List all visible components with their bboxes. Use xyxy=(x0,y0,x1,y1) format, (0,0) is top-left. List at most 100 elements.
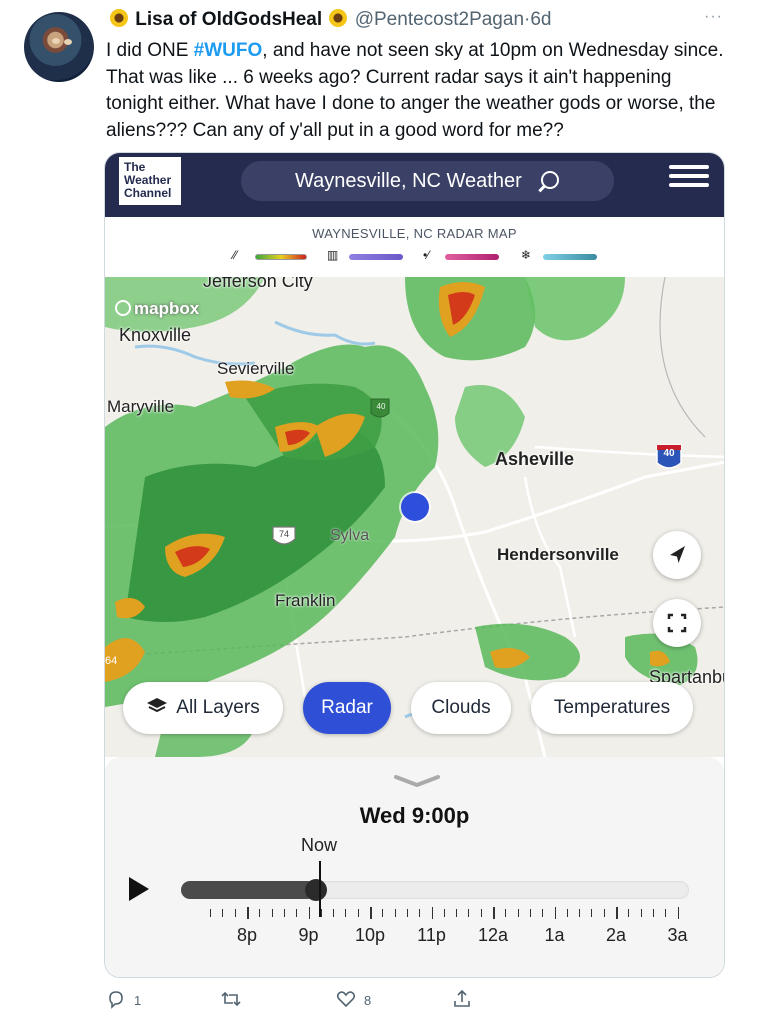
avatar[interactable] xyxy=(24,12,94,82)
now-label: Now xyxy=(301,835,338,855)
location-search[interactable]: Waynesville, NC Weather xyxy=(241,161,614,201)
temperatures-layer-button[interactable]: Temperatures xyxy=(531,682,693,734)
interstate-64-label: 64 xyxy=(105,655,118,667)
rain-icon: ⁄⁄ xyxy=(233,248,238,262)
heart-icon xyxy=(336,991,356,1008)
sleet-icon: •⁄ xyxy=(423,248,430,262)
timeline-hour-label[interactable]: 1a xyxy=(533,925,577,946)
play-icon[interactable] xyxy=(129,877,149,901)
timeline-minor-tick xyxy=(468,909,470,917)
fullscreen-button[interactable] xyxy=(653,599,701,647)
media-card[interactable]: The Weather Channel Waynesville, NC Weat… xyxy=(104,152,725,978)
reply-button[interactable]: 1 xyxy=(106,988,141,1014)
mix-icon: ▥ xyxy=(327,248,339,262)
logo-line: Channel xyxy=(124,186,172,200)
legend-snow: ❄ xyxy=(521,248,601,265)
share-button[interactable] xyxy=(452,988,472,1014)
timeline-minor-tick xyxy=(456,909,458,917)
like-button[interactable]: 8 xyxy=(336,988,371,1014)
timeline-hour-label[interactable]: 2a xyxy=(594,925,638,946)
layers-icon xyxy=(147,698,168,713)
timeline-hour-label[interactable]: 10p xyxy=(348,925,392,946)
navigation-arrow-icon xyxy=(670,546,685,563)
retweet-button[interactable] xyxy=(220,988,242,1014)
interstate-40-label: 40 xyxy=(663,448,675,459)
timeline-handle[interactable] xyxy=(305,879,327,901)
weather-channel-logo[interactable]: The Weather Channel xyxy=(119,157,181,205)
timeline-minor-tick xyxy=(566,909,568,917)
city-asheville: Asheville xyxy=(495,449,575,469)
legend-bar-mix xyxy=(349,254,403,260)
radar-layer-button[interactable]: Radar xyxy=(303,682,391,734)
timeline-minor-tick xyxy=(517,909,519,917)
timeline-major-tick xyxy=(616,907,618,919)
timeline-minor-tick xyxy=(419,909,421,917)
mapbox-label: mapbox xyxy=(134,299,200,318)
timeline-major-tick xyxy=(308,907,310,919)
app-header: The Weather Channel Waynesville, NC Weat… xyxy=(105,153,724,217)
city-hendersonville: Hendersonville xyxy=(497,545,619,564)
like-count: 8 xyxy=(364,993,372,1008)
current-time: Wed 9:00p xyxy=(359,803,470,828)
temperatures-layer-label: Temperatures xyxy=(553,697,671,718)
timeline-hour-label[interactable]: 9p xyxy=(287,925,331,946)
display-name[interactable]: Lisa of OldGodsHeal xyxy=(135,9,322,30)
legend-sleet: •⁄ xyxy=(423,248,503,265)
all-layers-button[interactable]: All Layers xyxy=(123,682,283,734)
timeline-minor-tick xyxy=(406,909,408,917)
mapbox-logo: mapbox xyxy=(115,299,199,319)
timeline-progress xyxy=(181,881,316,899)
timeline-hour-label[interactable]: 3a xyxy=(656,925,700,946)
tweet-age[interactable]: 6d xyxy=(530,9,551,30)
timeline-major-tick xyxy=(677,907,679,919)
all-layers-label: All Layers xyxy=(176,697,260,718)
more-options-icon[interactable]: ··· xyxy=(704,8,723,26)
timeline-major-tick xyxy=(247,907,249,919)
city-maryville: Maryville xyxy=(107,397,175,416)
city-sylva: Sylva xyxy=(330,527,370,544)
timeline-hour-label[interactable]: 11p xyxy=(410,925,454,946)
clouds-layer-label: Clouds xyxy=(431,697,491,718)
clouds-layer-button[interactable]: Clouds xyxy=(411,682,511,734)
timeline-slider[interactable] xyxy=(181,879,689,901)
tweet-header: Lisa of OldGodsHeal @Pentecost2Pagan·6d xyxy=(108,8,551,32)
menu-icon[interactable] xyxy=(669,165,709,187)
timeline-minor-tick xyxy=(357,909,359,917)
tweet-text: I did ONE #WUFO, and have not seen sky a… xyxy=(106,38,726,144)
fullscreen-icon xyxy=(667,613,687,633)
timeline-hour-label[interactable]: 12a xyxy=(471,925,515,946)
timeline-minor-tick xyxy=(505,909,507,917)
sunflower-icon xyxy=(329,9,348,27)
city-sevierville: Sevierville xyxy=(217,359,295,378)
timeline-minor-tick xyxy=(320,909,322,917)
timeline-minor-tick xyxy=(382,909,384,917)
locate-me-button[interactable] xyxy=(653,531,701,579)
timeline-minor-tick xyxy=(296,909,298,917)
hashtag-link[interactable]: #WUFO xyxy=(194,40,263,61)
timeline-minor-tick xyxy=(542,909,544,917)
timeline-hour-label[interactable]: 8p xyxy=(225,925,269,946)
timeline-minor-tick xyxy=(579,909,581,917)
chevron-down-icon[interactable] xyxy=(394,775,440,787)
share-icon xyxy=(454,989,470,1007)
timeline-minor-tick xyxy=(394,909,396,917)
timeline-minor-tick xyxy=(591,909,593,917)
timeline-minor-tick xyxy=(234,909,236,917)
city-franklin: Franklin xyxy=(275,591,336,610)
avatar-eye xyxy=(64,39,72,45)
snow-icon: ❄ xyxy=(521,248,532,262)
radar-map-title: WAYNESVILLE, NC RADAR MAP xyxy=(312,226,517,241)
city-jefferson-city: Jefferson City xyxy=(203,277,313,291)
us-74-label: 74 xyxy=(278,529,289,539)
timeline-minor-tick xyxy=(443,909,445,917)
handle[interactable]: @Pentecost2Pagan xyxy=(355,9,524,30)
timeline-minor-tick xyxy=(271,909,273,917)
legend-bar-rain xyxy=(255,254,307,260)
search-icon[interactable] xyxy=(541,171,559,189)
timeline-minor-tick xyxy=(333,909,335,917)
timeline-minor-tick xyxy=(283,909,285,917)
timeline-minor-tick xyxy=(529,909,531,917)
timeline-major-tick xyxy=(431,907,433,919)
timeline-minor-tick xyxy=(640,909,642,917)
interstate-40-west-label: 40 xyxy=(376,402,386,411)
